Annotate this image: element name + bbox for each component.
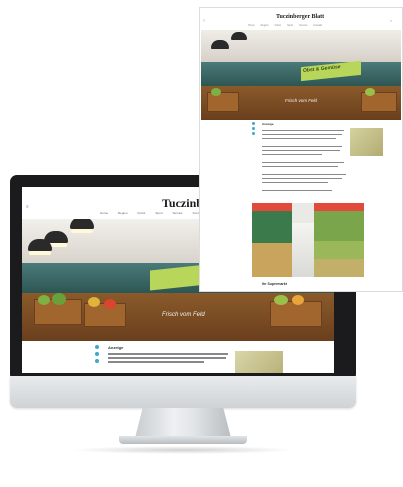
page-footer-title: Ihr Supermarkt bbox=[262, 282, 287, 286]
ceiling-lamp-icon bbox=[211, 40, 229, 49]
share-icon[interactable] bbox=[252, 122, 255, 125]
article-text-line bbox=[262, 150, 340, 152]
imac-chin bbox=[10, 376, 356, 408]
article-text-line bbox=[108, 353, 228, 355]
share-icon[interactable] bbox=[95, 345, 99, 349]
article-text-line bbox=[262, 138, 336, 140]
page-article-kicker: Anzeige bbox=[262, 122, 274, 126]
article-text-line bbox=[262, 162, 344, 164]
ceiling-lamp-icon bbox=[70, 219, 94, 229]
imac-stand-base bbox=[119, 436, 247, 444]
article-text-line bbox=[108, 357, 226, 359]
article-text-line bbox=[262, 190, 332, 192]
nav-item-sport[interactable]: Sport bbox=[287, 24, 293, 27]
page-hero-image: Obst & Gemüse Frisch vom Feld bbox=[201, 30, 401, 120]
article-text-line bbox=[262, 182, 328, 184]
share-icon[interactable] bbox=[252, 132, 255, 135]
ceiling-lamp-icon bbox=[28, 239, 52, 251]
article-kicker: Anzeige bbox=[108, 345, 124, 350]
site-nav: Home Region Kultur Sport Service Kontakt bbox=[100, 211, 203, 217]
page-hero-caption: Frisch vom Feld bbox=[285, 98, 318, 103]
article-thumbnail[interactable] bbox=[235, 351, 283, 373]
article-text-line bbox=[262, 178, 342, 180]
nav-item-region[interactable]: Region bbox=[261, 24, 269, 27]
tablet-page: ≡ Tuczinberger Blatt ⌕ Home Region Kultu… bbox=[199, 7, 403, 292]
nav-item-kontakt[interactable]: Kontakt bbox=[313, 24, 321, 27]
hero-caption: Frisch vom Feld bbox=[162, 312, 205, 318]
nav-item-region[interactable]: Region bbox=[118, 211, 128, 217]
page-logo[interactable]: Tuczinberger Blatt bbox=[276, 14, 324, 20]
ceiling-lamp-icon bbox=[231, 32, 247, 40]
share-icons bbox=[252, 122, 255, 135]
nav-item-service[interactable]: Service bbox=[173, 211, 183, 217]
article-text-line bbox=[262, 154, 322, 156]
article-text-line bbox=[262, 134, 342, 136]
article-text-line bbox=[262, 174, 346, 176]
page-nav: Home Region Kultur Sport Service Kontakt bbox=[248, 24, 322, 27]
search-icon[interactable]: ⌕ bbox=[390, 18, 392, 23]
nav-item-service[interactable]: Service bbox=[299, 24, 307, 27]
article-text-line bbox=[262, 130, 344, 132]
nav-item-home[interactable]: Home bbox=[248, 24, 255, 27]
page-article-thumbnail[interactable] bbox=[350, 128, 383, 156]
nav-item-home[interactable]: Home bbox=[100, 211, 108, 217]
nav-item-sport[interactable]: Sport bbox=[155, 211, 162, 217]
menu-icon[interactable]: ≡ bbox=[203, 18, 205, 23]
share-icon[interactable] bbox=[95, 352, 99, 356]
article-text-line bbox=[108, 361, 204, 363]
share-icons bbox=[95, 345, 99, 363]
menu-icon[interactable]: ≡ bbox=[26, 204, 29, 210]
article-text-line bbox=[262, 146, 342, 148]
nav-item-kultur[interactable]: Kultur bbox=[275, 24, 282, 27]
share-icon[interactable] bbox=[95, 359, 99, 363]
article-text-line bbox=[262, 166, 338, 168]
supermarket-aisle-image bbox=[252, 203, 364, 277]
nav-item-kultur[interactable]: Kultur bbox=[138, 211, 146, 217]
imac-stand bbox=[135, 408, 231, 438]
article-section: Anzeige bbox=[22, 341, 334, 373]
share-icon[interactable] bbox=[252, 127, 255, 130]
